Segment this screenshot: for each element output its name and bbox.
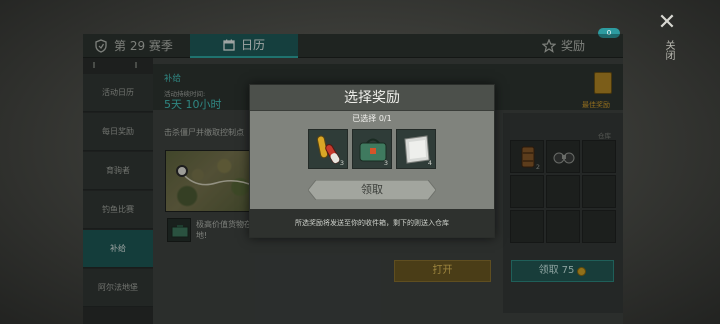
reward-quantity: 3 <box>383 159 388 167</box>
dialog-title: 选择奖励 <box>250 85 494 111</box>
reward-option-pills[interactable]: 3 <box>308 129 348 169</box>
reward-quantity: 4 <box>427 159 432 167</box>
reward-option-supply-bag[interactable]: 3 <box>352 129 392 169</box>
game-screen: ✕ 关闭 第 29 赛季 日历 奖励 0 活动日历 每日奖励 育驹者 钓鱼比赛 … <box>0 0 720 324</box>
dialog-claim-button[interactable]: 领取 <box>308 180 436 200</box>
close-icon[interactable]: ✕ <box>656 12 678 34</box>
reward-option-sheet-metal[interactable]: 4 <box>396 129 436 169</box>
selection-count: 已选择 0/1 <box>352 114 392 123</box>
close-label: 关闭 <box>663 40 674 60</box>
dialog-footer-note: 所选奖励将发送至你的收件箱，剩下的则送入仓库 <box>250 209 494 237</box>
reward-quantity: 3 <box>339 159 344 167</box>
